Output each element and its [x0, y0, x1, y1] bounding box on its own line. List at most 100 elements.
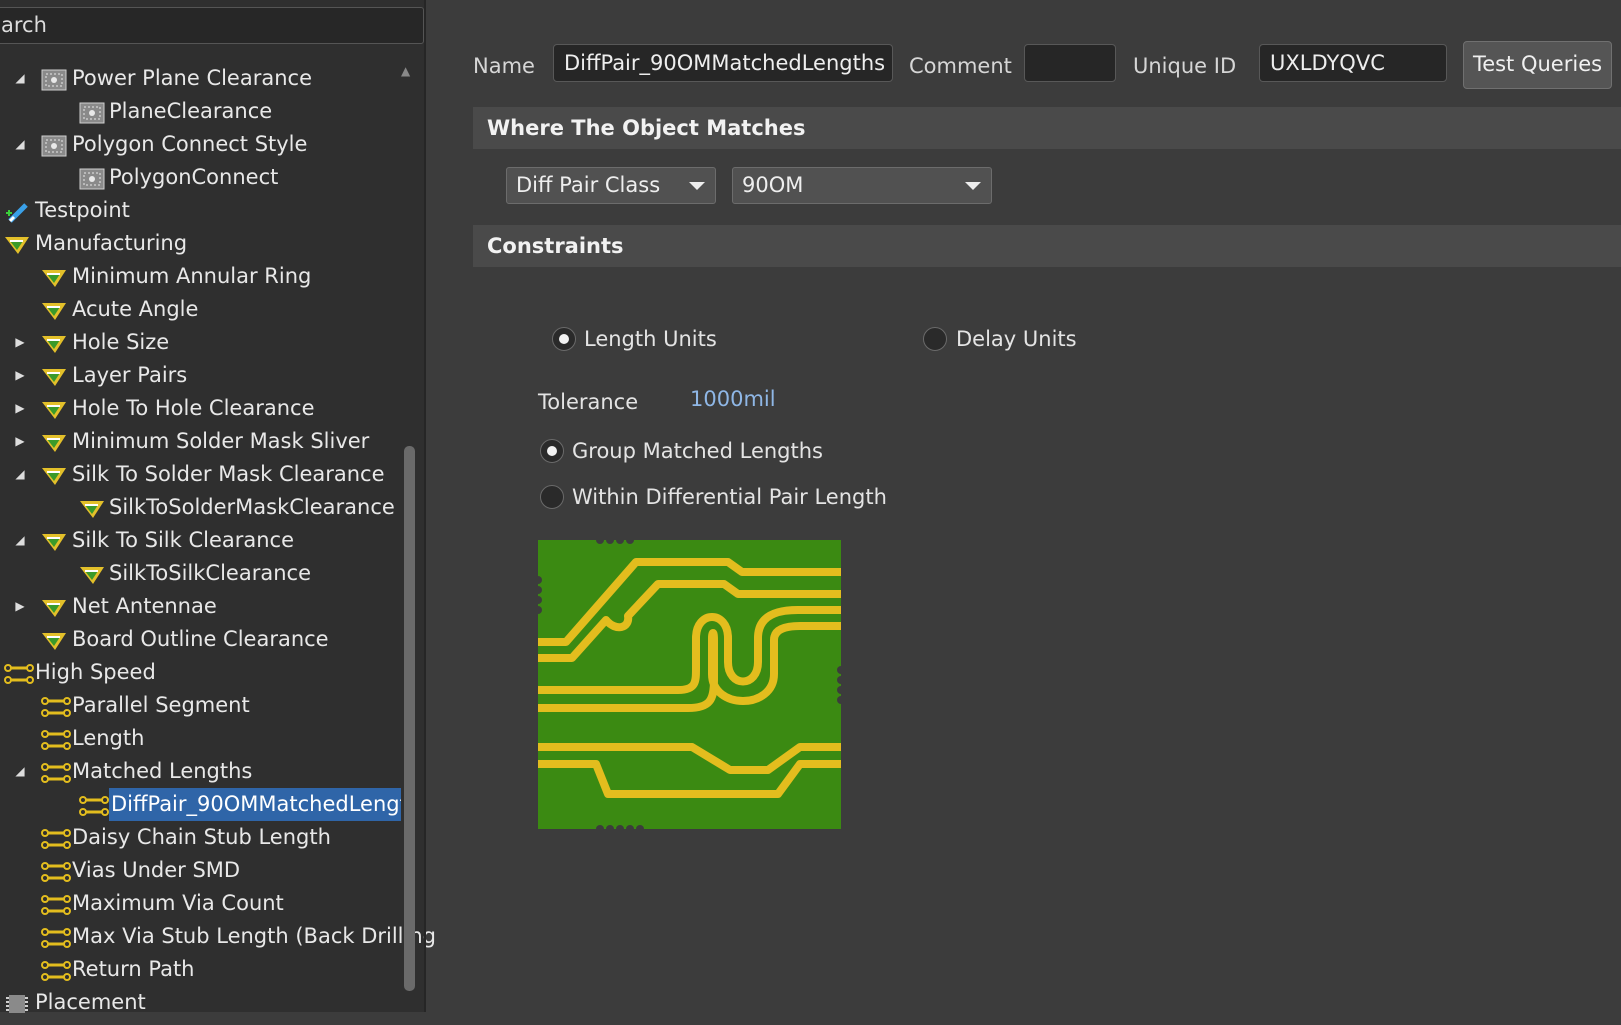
collapsed-arrow-icon[interactable]: ▶ — [12, 359, 28, 392]
expanded-arrow-icon[interactable]: ◢ — [12, 458, 28, 491]
tree-item-label: Minimum Annular Ring — [72, 264, 312, 288]
tree-item[interactable]: ▶ Hole Size — [0, 326, 410, 359]
diff-pair-class-dropdown[interactable]: 90OM — [732, 167, 992, 204]
tree-item[interactable]: Length — [0, 722, 410, 755]
length-units-radio[interactable] — [552, 327, 576, 351]
high-speed-rule-icon — [41, 893, 71, 915]
object-type-dropdown[interactable]: Diff Pair Class — [506, 167, 716, 204]
tree-item-label: High Speed — [35, 660, 156, 684]
tree-item-label: PolygonConnect — [109, 165, 279, 189]
tree-item[interactable]: ◢ Matched Lengths — [0, 755, 410, 788]
high-speed-rule-icon — [41, 695, 71, 717]
tree-item[interactable]: Daisy Chain Stub Length — [0, 821, 410, 854]
tree-item[interactable]: ▶ Net Antennae — [0, 590, 410, 623]
chevron-down-icon — [689, 182, 705, 190]
manufacturing-rule-icon — [41, 530, 67, 552]
tree-item-label: Hole To Hole Clearance — [72, 396, 315, 420]
tree-item[interactable]: SilkToSolderMaskClearance — [0, 491, 410, 524]
tree-item[interactable]: ▶ Minimum Solder Mask Sliver — [0, 425, 410, 458]
collapsed-arrow-icon[interactable]: ▶ — [12, 425, 28, 458]
within-diff-pair-length-label: Within Differential Pair Length — [572, 485, 887, 509]
manufacturing-rule-icon — [41, 431, 67, 453]
tolerance-value[interactable]: 1000mil — [690, 387, 776, 411]
tree-item-label: SilkToSilkClearance — [109, 561, 311, 585]
tree-item[interactable]: High Speed — [0, 656, 410, 689]
tree-scrollbar-thumb[interactable] — [404, 446, 415, 991]
manufacturing-rule-icon — [41, 398, 67, 420]
tree-item[interactable]: Minimum Annular Ring — [0, 260, 410, 293]
manufacturing-rule-icon — [41, 332, 67, 354]
tree-item[interactable]: Return Path — [0, 953, 410, 986]
plane-rule-icon — [41, 68, 67, 91]
length-units-label: Length Units — [584, 327, 717, 351]
tree-item-label: Layer Pairs — [72, 363, 188, 387]
tree-item-label: Maximum Via Count — [72, 891, 284, 915]
comment-label: Comment — [909, 54, 1012, 78]
tree-item[interactable]: Vias Under SMD — [0, 854, 410, 887]
manufacturing-rule-icon — [79, 563, 105, 585]
tree-item[interactable]: Max Via Stub Length (Back Drilling — [0, 920, 436, 953]
manufacturing-rule-icon — [41, 596, 67, 618]
tree-item[interactable]: ◢ Silk To Silk Clearance — [0, 524, 410, 557]
expanded-arrow-icon[interactable]: ◢ — [12, 524, 28, 557]
plane-rule-icon — [79, 101, 105, 124]
tree-item-label: Return Path — [72, 957, 195, 981]
plane-rule-icon — [41, 134, 67, 157]
unique-id-field[interactable]: UXLDYQVC — [1259, 44, 1447, 82]
search-input[interactable]: arch — [0, 7, 424, 44]
tree-item[interactable]: DiffPair_90OMMatchedLength — [0, 788, 410, 821]
tree-item[interactable]: Maximum Via Count — [0, 887, 410, 920]
collapsed-arrow-icon[interactable]: ▶ — [12, 392, 28, 425]
tree-item[interactable]: PolygonConnect — [0, 161, 410, 194]
scroll-up-arrow-icon[interactable]: ▲ — [401, 64, 410, 78]
tree-item[interactable]: ◢ Polygon Connect Style — [0, 128, 410, 161]
delay-units-label: Delay Units — [956, 327, 1077, 351]
test-queries-button[interactable]: Test Queries — [1463, 41, 1612, 89]
collapsed-arrow-icon[interactable]: ▶ — [12, 590, 28, 623]
tree-item-label: Power Plane Clearance — [72, 66, 313, 90]
tree-item-label: DiffPair_90OMMatchedLength — [109, 788, 401, 821]
tree-item[interactable]: Testpoint — [0, 194, 410, 227]
matched-lengths-illustration — [538, 540, 841, 829]
tree-item[interactable]: ◢ Power Plane Clearance — [0, 62, 410, 95]
tree-item[interactable]: Placement — [0, 986, 410, 1019]
tree-item[interactable]: PlaneClearance — [0, 95, 410, 128]
testpoint-icon — [4, 200, 30, 223]
tree-item-label: Board Outline Clearance — [72, 627, 329, 651]
manufacturing-rule-icon — [41, 365, 67, 387]
tree-item[interactable]: Parallel Segment — [0, 689, 410, 722]
tree-item[interactable]: ▶ Hole To Hole Clearance — [0, 392, 410, 425]
collapsed-arrow-icon[interactable]: ▶ — [12, 326, 28, 359]
expanded-arrow-icon[interactable]: ◢ — [12, 755, 28, 788]
group-matched-lengths-radio[interactable] — [540, 439, 564, 463]
tree-item-label: Hole Size — [72, 330, 170, 354]
within-diff-pair-length-radio[interactable] — [540, 485, 564, 509]
tree-item[interactable]: ▶ Layer Pairs — [0, 359, 410, 392]
delay-units-radio[interactable] — [923, 327, 947, 351]
panel-divider[interactable] — [424, 0, 426, 1012]
tree-item[interactable]: Board Outline Clearance — [0, 623, 410, 656]
tree-item[interactable]: ◢ Silk To Solder Mask Clearance — [0, 458, 410, 491]
tree-item-label: Minimum Solder Mask Sliver — [72, 429, 370, 453]
plane-rule-icon — [79, 167, 105, 190]
high-speed-rule-icon — [41, 728, 71, 750]
unique-id-label: Unique ID — [1133, 54, 1237, 78]
manufacturing-rule-icon — [79, 497, 105, 519]
tree-item[interactable]: SilkToSilkClearance — [0, 557, 410, 590]
object-type-value: Diff Pair Class — [516, 173, 661, 197]
manufacturing-rule-icon — [41, 266, 67, 288]
tree-item-label: Matched Lengths — [72, 759, 253, 783]
tree-item[interactable]: Manufacturing — [0, 227, 410, 260]
comment-field[interactable] — [1024, 44, 1116, 82]
tree-item-label: SilkToSolderMaskClearance — [109, 495, 395, 519]
high-speed-rule-icon — [41, 860, 71, 882]
expanded-arrow-icon[interactable]: ◢ — [12, 62, 28, 95]
tree-item[interactable]: Acute Angle — [0, 293, 410, 326]
manufacturing-rule-icon — [41, 299, 67, 321]
name-field[interactable]: DiffPair_90OMMatchedLengths — [553, 44, 893, 82]
where-object-matches-header: Where The Object Matches — [473, 107, 1621, 149]
tree-item-label: Daisy Chain Stub Length — [72, 825, 331, 849]
expanded-arrow-icon[interactable]: ◢ — [12, 128, 28, 161]
tolerance-label: Tolerance — [538, 390, 639, 414]
tree-item-label: Parallel Segment — [72, 693, 250, 717]
